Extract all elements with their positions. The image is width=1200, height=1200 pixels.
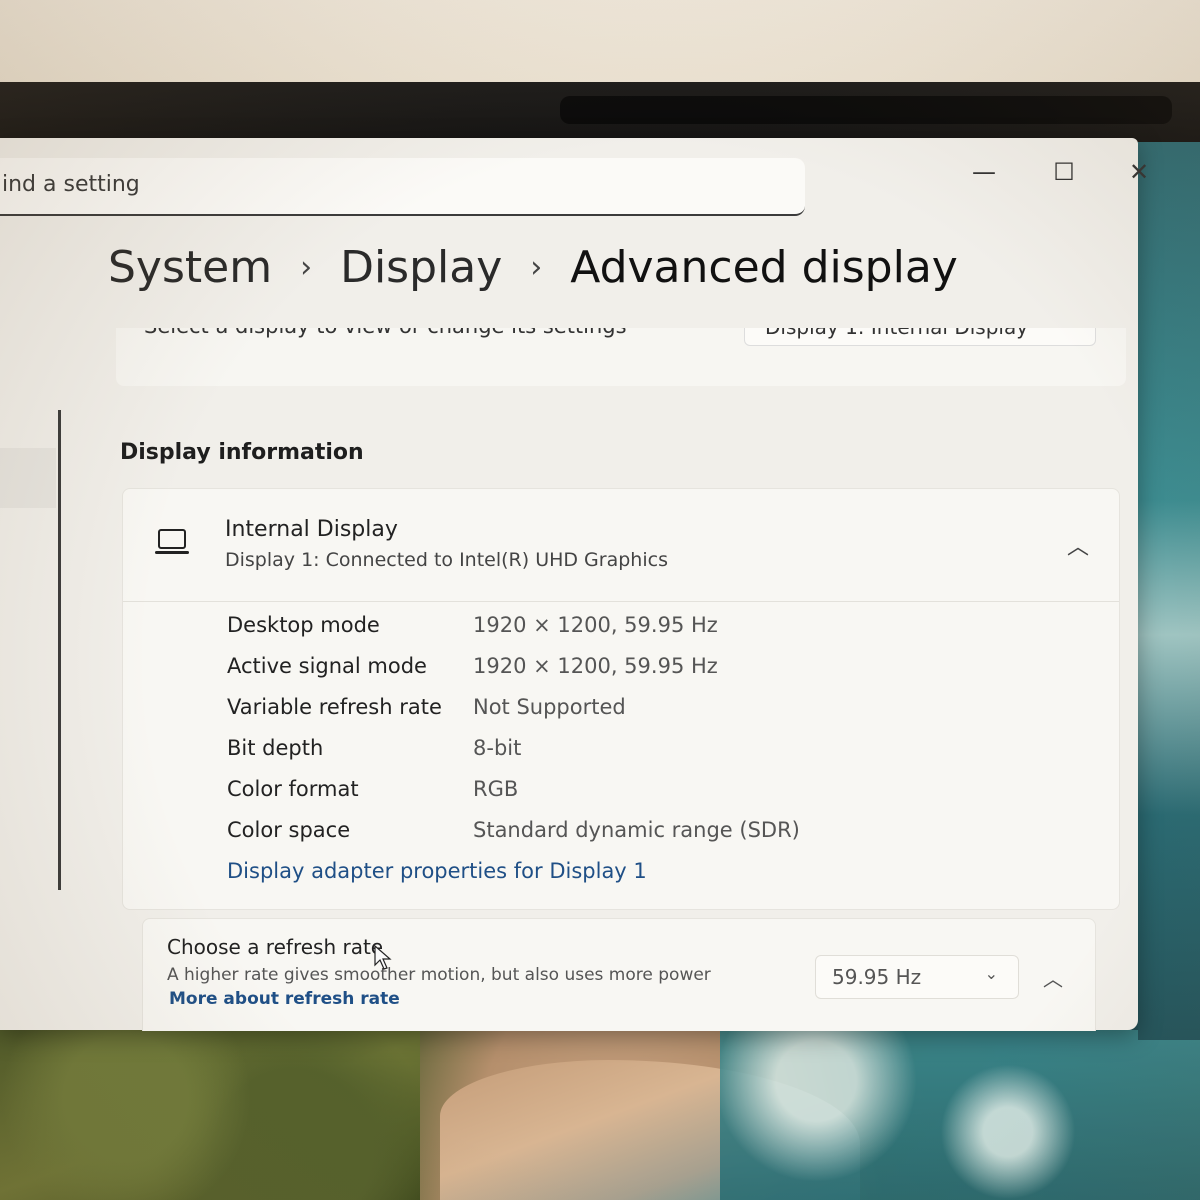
display-info-card: Internal Display Display 1: Connected to… xyxy=(122,488,1120,910)
mouse-pointer-icon xyxy=(374,945,392,970)
detail-row: Desktop mode 1920 × 1200, 59.95 Hz xyxy=(227,613,718,654)
detail-label: Color format xyxy=(227,777,359,801)
breadcrumb-system[interactable]: System xyxy=(108,242,272,293)
display-select-dropdown[interactable]: Display 1: Internal Display ˇ xyxy=(744,328,1096,346)
breadcrumb-separator-icon: › xyxy=(530,250,543,285)
close-button[interactable]: ✕ xyxy=(1114,152,1164,192)
detail-label: Active signal mode xyxy=(227,654,427,678)
minimize-icon: — xyxy=(972,158,996,186)
laptop-icon xyxy=(155,529,189,554)
adapter-properties-link[interactable]: Display adapter properties for Display 1 xyxy=(227,859,647,883)
laptop-bezel-notch xyxy=(560,96,1172,124)
breadcrumb-display[interactable]: Display xyxy=(340,242,502,293)
display-subtitle: Display 1: Connected to Intel(R) UHD Gra… xyxy=(225,549,668,571)
wallpaper-waves xyxy=(720,1030,1200,1200)
detail-value: Not Supported xyxy=(473,695,626,719)
display-name: Internal Display xyxy=(225,517,398,542)
maximize-button[interactable]: ☐ xyxy=(1034,152,1094,192)
refresh-rate-title: Choose a refresh rate xyxy=(167,935,384,959)
detail-value: 1920 × 1200, 59.95 Hz xyxy=(473,654,718,678)
nav-pane xyxy=(0,448,56,508)
detail-value: 1920 × 1200, 59.95 Hz xyxy=(473,613,718,637)
refresh-rate-dropdown[interactable]: 59.95 Hz ⌄ xyxy=(815,955,1019,999)
adapter-link-row: Display adapter properties for Display 1 xyxy=(227,859,647,900)
background-wall xyxy=(0,0,1200,90)
display-select-label: Select a display to view or change its s… xyxy=(144,328,627,338)
detail-row: Bit depth 8-bit xyxy=(227,736,647,777)
detail-value: 8-bit xyxy=(473,736,522,760)
refresh-rate-link[interactable]: More about refresh rate xyxy=(169,989,400,1009)
search-input[interactable]: ind a setting xyxy=(0,158,805,216)
detail-value: Standard dynamic range (SDR) xyxy=(473,818,800,842)
minimize-button[interactable]: — xyxy=(954,152,1014,192)
wallpaper-ocean xyxy=(1138,140,1200,1040)
breadcrumb-separator-icon: › xyxy=(300,250,313,285)
display-info-header[interactable]: Internal Display Display 1: Connected to… xyxy=(123,489,1119,602)
nav-divider xyxy=(58,410,61,890)
chevron-down-icon: ˇ xyxy=(1065,328,1073,330)
wallpaper-forest xyxy=(0,1030,420,1200)
page-title: Advanced display xyxy=(570,242,958,293)
detail-label: Color space xyxy=(227,818,351,842)
breadcrumb: System › Display › Advanced display xyxy=(108,242,958,293)
chevron-up-icon[interactable]: ︿ xyxy=(1067,529,1089,561)
detail-row: Color format RGB xyxy=(227,777,647,818)
detail-row: Variable refresh rate Not Supported xyxy=(227,695,647,736)
detail-row: Active signal mode 1920 × 1200, 59.95 Hz xyxy=(227,654,718,695)
detail-label: Desktop mode xyxy=(227,613,380,637)
maximize-icon: ☐ xyxy=(1053,158,1075,186)
search-placeholder: ind a setting xyxy=(2,172,140,197)
display-select-value: Display 1: Internal Display xyxy=(765,328,1028,339)
section-title: Display information xyxy=(120,440,364,465)
chevron-up-icon[interactable]: ︿ xyxy=(1043,963,1063,992)
detail-value: RGB xyxy=(473,777,519,801)
refresh-rate-value: 59.95 Hz xyxy=(832,965,922,989)
refresh-rate-card: Choose a refresh rate A higher rate give… xyxy=(142,918,1096,1031)
detail-row: Color space Standard dynamic range (SDR) xyxy=(227,818,800,859)
settings-window: ind a setting — ☐ ✕ System › Display › A… xyxy=(0,138,1149,1031)
display-details-list: Desktop mode 1920 × 1200, 59.95 Hz Activ… xyxy=(227,613,800,900)
chevron-down-icon: ⌄ xyxy=(984,964,998,983)
close-icon: ✕ xyxy=(1128,158,1150,186)
display-select-card: Select a display to view or change its s… xyxy=(116,328,1126,386)
refresh-rate-description: A higher rate gives smoother motion, but… xyxy=(167,965,711,985)
detail-label: Variable refresh rate xyxy=(227,695,442,719)
detail-label: Bit depth xyxy=(227,736,324,760)
